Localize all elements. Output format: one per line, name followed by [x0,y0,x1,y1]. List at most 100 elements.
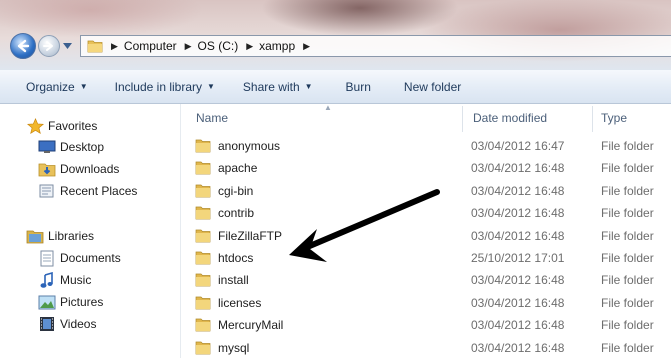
folder-icon [195,228,211,246]
videos-icon [38,315,56,333]
folder-icon [195,183,211,201]
sidebar-item-label: Downloads [60,162,120,176]
folder-icon [195,138,211,156]
file-name: mysql [218,340,250,355]
sidebar-item-label: Documents [60,251,121,265]
file-list: Name ▲ Date modified Type anonymous 03/04… [181,103,671,359]
file-date-modified: 03/04/2012 16:47 [471,139,565,153]
nav-favorites[interactable]: Favorites [26,116,97,136]
sidebar-item-desktop[interactable]: Desktop [38,137,104,157]
file-row[interactable]: contrib 03/04/2012 16:48 File folder [181,202,671,224]
file-type: File folder [601,251,654,265]
libraries-icon [26,227,44,245]
nav-libraries[interactable]: Libraries [26,226,94,246]
file-name: anonymous [218,139,281,153]
sidebar-item-pictures[interactable]: Pictures [38,292,103,312]
breadcrumb-xampp[interactable]: xampp [259,39,295,53]
include-in-library-label: Include in library [114,79,202,94]
file-name: contrib [218,206,255,221]
file-row[interactable]: licenses 03/04/2012 16:48 File folder [181,292,671,314]
breadcrumb-separator-icon[interactable]: ▶ [111,41,118,52]
desktop-icon [38,138,56,156]
sidebar-item-documents[interactable]: Documents [38,248,121,268]
column-header-type[interactable]: Type [601,104,627,132]
address-bar[interactable]: ▶ Computer ▶ OS (C:) ▶ xampp ▶ [80,35,671,57]
organize-label: Organize [26,79,75,94]
forward-arrow-icon [43,41,53,51]
include-in-library-menu[interactable]: Include in library ▼ [115,80,215,94]
recent-places-icon [38,182,56,200]
file-name: install [218,273,249,288]
file-row[interactable]: MercuryMail 03/04/2012 16:48 File folder [181,314,671,336]
breadcrumb-separator-icon[interactable]: ▶ [303,41,310,52]
chevron-down-icon: ▼ [79,82,88,91]
share-with-label: Share with [242,79,300,94]
file-type: File folder [601,295,654,310]
burn-button[interactable]: Burn [346,80,371,94]
back-button[interactable] [10,33,36,59]
recent-pages-dropdown-icon[interactable] [63,43,72,49]
folder-icon [195,340,211,358]
share-with-menu[interactable]: Share with ▼ [243,80,313,94]
sidebar-item-videos[interactable]: Videos [38,314,96,334]
folder-icon [195,295,211,313]
file-type: File folder [601,206,654,221]
file-name: FileZillaFTP [218,228,283,243]
file-name: cgi-bin [218,183,254,198]
sidebar-item-label: Music [60,273,92,287]
folder-icon [195,250,211,268]
file-row[interactable]: install 03/04/2012 16:48 File folder [181,269,671,291]
window-titlebar: ▶ Computer ▶ OS (C:) ▶ xampp ▶ [0,0,671,70]
file-name: apache [218,161,258,176]
documents-icon [38,249,56,267]
file-date-modified: 03/04/2012 16:48 [471,206,565,221]
breadcrumb-os-c[interactable]: OS (C:) [198,39,239,53]
file-date-modified: 03/04/2012 16:48 [471,318,565,333]
file-date-modified: 03/04/2012 16:48 [471,295,565,310]
folder-icon [87,40,103,53]
file-type: File folder [601,183,654,198]
burn-label: Burn [345,79,371,94]
column-resize-handle[interactable] [592,106,593,132]
file-type: File folder [601,318,654,333]
sidebar-item-downloads[interactable]: Downloads [38,159,119,179]
file-type: File folder [601,228,654,243]
downloads-icon [38,160,56,178]
column-header-date-modified[interactable]: Date modified [473,104,547,132]
file-row[interactable]: FileZillaFTP 03/04/2012 16:48 File folder [181,225,671,247]
navigation-pane: Favorites Desktop Downloads Recent Place… [0,104,180,358]
back-arrow-icon [17,39,30,53]
sidebar-item-music[interactable]: Music [38,270,91,290]
file-date-modified: 03/04/2012 16:48 [471,228,565,243]
sidebar-item-label: Pictures [60,295,104,309]
file-row[interactable]: anonymous 03/04/2012 16:47 File folder [181,135,671,157]
folder-icon [195,317,211,335]
file-name: htdocs [218,251,254,265]
breadcrumb-separator-icon[interactable]: ▶ [185,41,192,52]
breadcrumb-computer[interactable]: Computer [124,39,177,53]
file-name: licenses [218,295,262,310]
chevron-down-icon: ▼ [207,82,215,91]
breadcrumb-separator-icon[interactable]: ▶ [246,41,253,52]
forward-button[interactable] [38,35,60,57]
file-type: File folder [601,273,654,288]
file-row[interactable]: apache 03/04/2012 16:48 File folder [181,157,671,179]
sidebar-item-recent-places[interactable]: Recent Places [38,181,137,201]
file-row[interactable]: mysql 03/04/2012 16:48 File folder [181,337,671,359]
new-folder-button[interactable]: New folder [404,80,461,94]
chevron-down-icon: ▼ [304,82,313,91]
folder-icon [195,272,211,290]
file-type: File folder [601,340,654,355]
sort-ascending-icon: ▲ [324,103,332,112]
star-icon [26,117,44,135]
organize-menu[interactable]: Organize ▼ [26,80,88,94]
column-resize-handle[interactable] [462,106,463,132]
column-header-name[interactable]: Name [196,104,228,132]
file-row[interactable]: htdocs 25/10/2012 17:01 File folder [181,247,671,269]
file-date-modified: 03/04/2012 16:48 [471,161,565,176]
file-row[interactable]: cgi-bin 03/04/2012 16:48 File folder [181,180,671,202]
libraries-label: Libraries [48,229,95,243]
file-date-modified: 03/04/2012 16:48 [471,340,565,355]
column-header-label: Name [196,111,229,125]
folder-icon [195,160,211,178]
